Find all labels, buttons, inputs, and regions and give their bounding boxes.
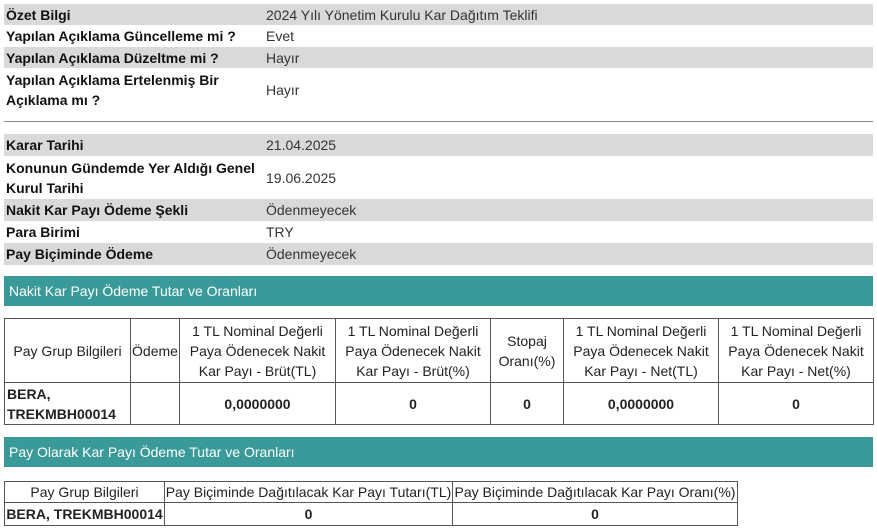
update-label: Yapılan Açıklama Güncelleme mi ? <box>6 28 236 44</box>
payment-cell <box>130 382 180 425</box>
table-row: BERA, TREKMBH00014 0 0 <box>4 502 738 526</box>
column-header: Pay Biçiminde Dağıtılacak Kar Payı Tutar… <box>164 481 453 503</box>
share-dividend-table: Pay Grup Bilgileri Pay Biçiminde Dağıtıl… <box>4 481 738 526</box>
share-payment-value: Ödenmeyecek <box>264 243 873 265</box>
net-percent-cell: 0 <box>718 382 874 425</box>
section-divider <box>4 121 873 122</box>
share-section-header: Pay Olarak Kar Payı Ödeme Tutar ve Oranl… <box>4 437 873 467</box>
deferred-value: Hayır <box>266 82 300 98</box>
summary-row: Özet Bilgi 2024 Yılı Yönetim Kurulu Kar … <box>4 4 873 25</box>
general-assembly-date-value: 19.06.2025 <box>266 169 337 186</box>
net-tl-cell: 0,0000000 <box>563 382 719 425</box>
share-payment-row: Pay Biçiminde Ödeme Ödenmeyecek <box>4 243 873 265</box>
decision-date-value: 21.04.2025 <box>264 134 873 156</box>
table-header-row: Pay Grup Bilgileri Ödeme 1 TL Nominal De… <box>4 318 874 383</box>
general-assembly-date-row: Konunun Gündemde Yer Aldığı Genel Kurul … <box>4 156 873 199</box>
decision-date-label: Karar Tarihi <box>4 134 264 156</box>
deferred-label: Yapılan Açıklama Ertelenmiş Bir Açıklama… <box>6 72 219 108</box>
column-header: Pay Biçiminde Dağıtılacak Kar Payı Oranı… <box>452 481 738 503</box>
column-header: Ödeme <box>130 318 180 383</box>
column-header: Stopaj Oranı(%) <box>490 318 564 383</box>
decision-date-row: Karar Tarihi 21.04.2025 <box>4 134 873 156</box>
general-assembly-date-label: Konunun Gündemde Yer Aldığı Genel Kurul … <box>6 159 255 196</box>
share-payment-label: Pay Biçiminde Ödeme <box>4 243 264 265</box>
share-group-cell: BERA, TREKMBH00014 <box>4 502 165 526</box>
column-header: Pay Grup Bilgileri <box>4 318 131 383</box>
payment-method-label: Nakit Kar Payı Ödeme Şekli <box>4 199 264 221</box>
currency-label: Para Birimi <box>6 224 80 240</box>
withholding-rate-cell: 0 <box>490 382 564 425</box>
payment-method-value: Ödenmeyecek <box>264 199 873 221</box>
column-header: 1 TL Nominal Değerli Paya Ödenecek Nakit… <box>718 318 874 383</box>
table-header-row: Pay Grup Bilgileri Pay Biçiminde Dağıtıl… <box>4 481 738 503</box>
update-value: Evet <box>266 28 295 44</box>
deferred-row: Yapılan Açıklama Ertelenmiş Bir Açıklama… <box>4 68 873 112</box>
cash-section-header: Nakit Kar Payı Ödeme Tutar ve Oranları <box>4 276 873 306</box>
column-header: 1 TL Nominal Değerli Paya Ödenecek Nakit… <box>179 318 336 383</box>
summary-table: Özet Bilgi 2024 Yılı Yönetim Kurulu Kar … <box>4 4 873 112</box>
share-amount-cell: 0 <box>164 502 453 526</box>
correction-label: Yapılan Açıklama Düzeltme mi ? <box>4 47 264 68</box>
payment-method-row: Nakit Kar Payı Ödeme Şekli Ödenmeyecek <box>4 199 873 221</box>
column-header: Pay Grup Bilgileri <box>4 481 165 503</box>
correction-row: Yapılan Açıklama Düzeltme mi ? Hayır <box>4 47 873 68</box>
share-rate-cell: 0 <box>452 502 738 526</box>
cash-dividend-table: Pay Grup Bilgileri Ödeme 1 TL Nominal De… <box>4 318 874 425</box>
share-group-cell: BERA, TREKMBH00014 <box>4 382 131 425</box>
gross-tl-cell: 0,0000000 <box>179 382 336 425</box>
details-table: Karar Tarihi 21.04.2025 Konunun Gündemde… <box>4 134 873 265</box>
summary-label: Özet Bilgi <box>4 4 264 25</box>
column-header: 1 TL Nominal Değerli Paya Ödenecek Nakit… <box>563 318 719 383</box>
update-row: Yapılan Açıklama Güncelleme mi ? Evet <box>4 25 873 47</box>
column-header: 1 TL Nominal Değerli Paya Ödenecek Nakit… <box>335 318 491 383</box>
summary-value: 2024 Yılı Yönetim Kurulu Kar Dağıtım Tek… <box>264 4 873 25</box>
correction-value: Hayır <box>264 47 873 68</box>
gross-percent-cell: 0 <box>335 382 491 425</box>
currency-value: TRY <box>266 224 294 240</box>
table-row: BERA, TREKMBH00014 0,0000000 0 0 0,00000… <box>4 382 874 425</box>
currency-row: Para Birimi TRY <box>4 221 873 243</box>
